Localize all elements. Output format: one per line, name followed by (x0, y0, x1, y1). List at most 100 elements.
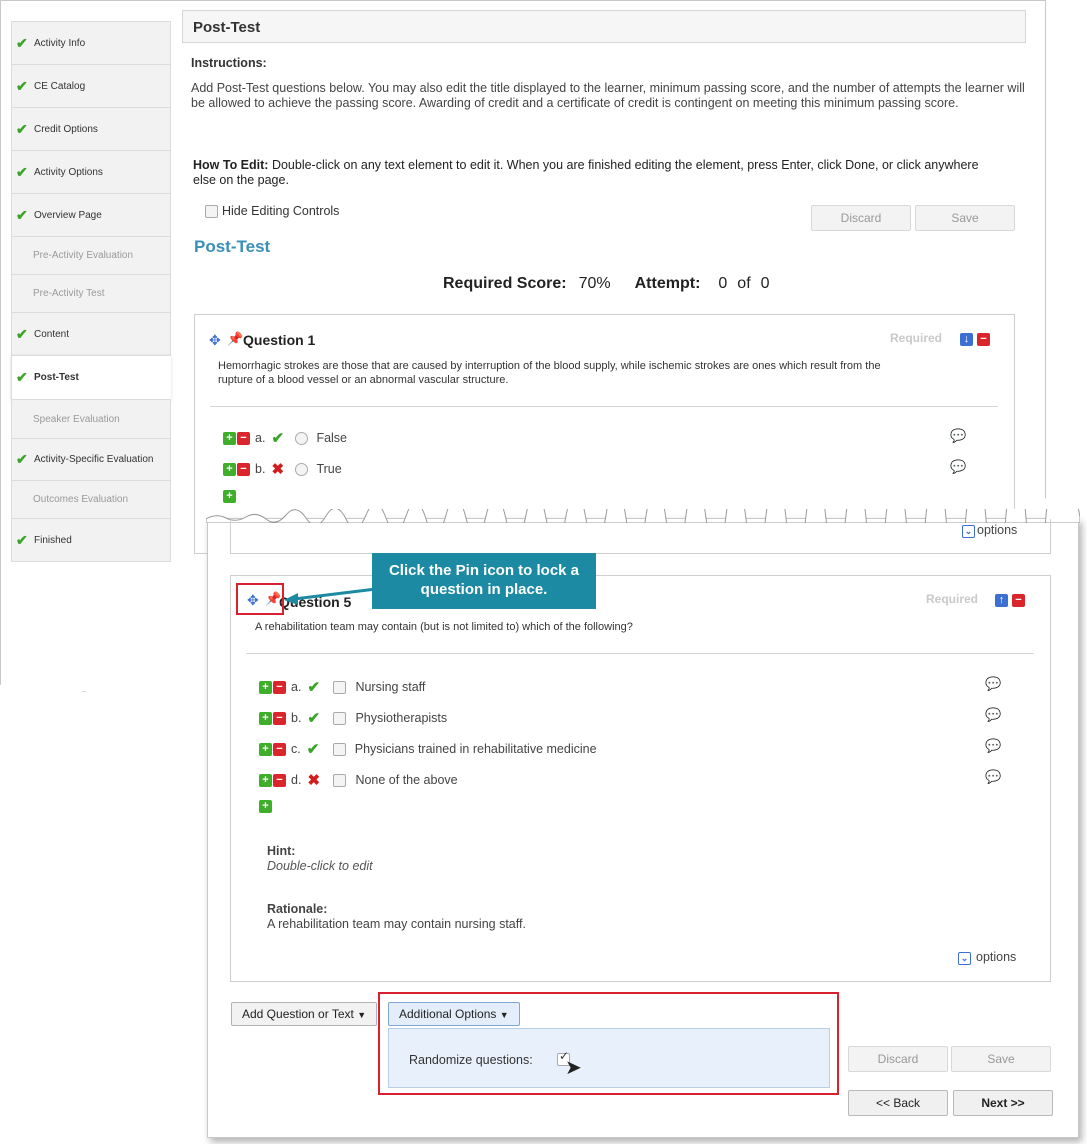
required-label[interactable]: Required (890, 331, 942, 345)
answer-checkbox[interactable] (333, 711, 347, 725)
section-title[interactable]: Post-Test (194, 237, 270, 257)
rationale-label: Rationale: (267, 902, 328, 916)
hide-editing-controls[interactable]: Hide Editing Controls (205, 204, 339, 218)
sidebar-item-label: Pre-Activity Evaluation (33, 250, 134, 261)
move-down-icon[interactable]: ↓ (960, 333, 973, 346)
remove-answer-icon[interactable]: − (273, 773, 286, 787)
answer-row: + − c. ✔ Physicians trained in rehabilita… (259, 740, 597, 758)
move-up-icon[interactable]: ↑ (995, 594, 1008, 607)
answer-label[interactable]: Physicians trained in rehabilitative med… (355, 742, 597, 756)
sidebar-item-outcomes-evaluation[interactable]: Outcomes Evaluation (11, 480, 171, 519)
answer-label[interactable]: True (316, 462, 341, 476)
answer-checkbox[interactable] (333, 773, 347, 787)
correct-check-icon[interactable]: ✔ (307, 678, 325, 696)
answer-letter: b. (255, 462, 266, 476)
answer-checkbox[interactable] (332, 742, 346, 756)
add-answer-icon[interactable]: + (259, 711, 272, 725)
sidebar-item-credit-options[interactable]: ✔ Credit Options (11, 107, 171, 151)
answer-checkbox[interactable] (333, 680, 347, 694)
sidebar-item-label: Outcomes Evaluation (33, 494, 129, 505)
sidebar-item-overview-page[interactable]: ✔ Overview Page (11, 193, 171, 237)
answer-letter: c. (291, 742, 301, 756)
answer-label[interactable]: Physiotherapists (355, 711, 447, 725)
question-text[interactable]: Hemorrhagic strokes are those that are c… (218, 359, 908, 387)
answer-label[interactable]: None of the above (355, 773, 457, 787)
hint-value[interactable]: Double-click to edit (267, 859, 373, 873)
callout-arrow (284, 587, 377, 605)
sidebar-item-label: Activity-Specific Evaluation (34, 454, 154, 465)
correct-check-icon[interactable]: ✔ (271, 429, 289, 447)
add-answer-icon[interactable]: + (259, 680, 272, 694)
feedback-bubble-icon[interactable]: 💬 (985, 707, 1001, 723)
sidebar-item-pre-activity-test[interactable]: Pre-Activity Test (11, 274, 171, 313)
remove-answer-icon[interactable]: − (237, 431, 250, 445)
required-label[interactable]: Required (926, 592, 978, 606)
highlight-frame-options (378, 992, 839, 1095)
feedback-bubble-icon[interactable]: 💬 (950, 428, 966, 444)
add-answer-icon[interactable]: + (223, 431, 236, 445)
incorrect-x-icon[interactable]: ✖ (271, 460, 289, 478)
remove-answer-icon[interactable]: − (237, 462, 250, 476)
sidebar-item-activity-specific-evaluation[interactable]: ✔ Activity-Specific Evaluation (11, 438, 171, 481)
sidebar-item-label: Activity Options (34, 166, 103, 178)
add-answer-icon[interactable]: + (259, 742, 272, 756)
required-score-value[interactable]: 70% (579, 275, 611, 293)
move-icon[interactable]: ✥ (209, 332, 221, 349)
feedback-bubble-icon[interactable]: 💬 (985, 676, 1001, 692)
back-button[interactable]: << Back (848, 1090, 948, 1116)
sidebar-item-activity-options[interactable]: ✔ Activity Options (11, 150, 171, 194)
remove-answer-icon[interactable]: − (273, 711, 286, 725)
add-question-dropdown[interactable]: Add Question or Text ▼ (231, 1002, 378, 1026)
hide-editing-checkbox[interactable] (205, 204, 218, 218)
pin-icon[interactable]: 📌 (227, 331, 243, 347)
correct-check-icon[interactable]: ✔ (307, 709, 325, 727)
question-text[interactable]: A rehabilitation team may contain (but i… (255, 621, 955, 633)
required-score-label: Required Score: (443, 275, 567, 292)
caret-down-icon: ▼ (357, 1010, 367, 1020)
feedback-bubble-icon[interactable]: 💬 (985, 769, 1001, 785)
feedback-bubble-icon[interactable]: 💬 (985, 738, 1001, 754)
delete-question-icon[interactable]: − (977, 333, 990, 346)
options-toggle-icon[interactable]: ⌄ (962, 525, 975, 538)
check-icon: ✔ (16, 163, 28, 180)
instructions-body: Add Post-Test questions below. You may a… (191, 81, 1025, 110)
sidebar-item-post-test[interactable]: ✔ Post-Test (11, 355, 171, 400)
feedback-bubble-icon[interactable]: 💬 (950, 459, 966, 475)
next-button[interactable]: Next >> (953, 1090, 1053, 1116)
options-toggle-icon[interactable]: ⌄ (958, 952, 971, 965)
add-answer-icon[interactable]: + (223, 462, 236, 476)
correct-check-icon[interactable]: ✔ (307, 740, 325, 758)
options-link[interactable]: options (976, 950, 1016, 964)
save-button[interactable]: Save (951, 1046, 1051, 1072)
sidebar-item-finished[interactable]: ✔ Finished (11, 518, 171, 562)
sidebar-item-speaker-evaluation[interactable]: Speaker Evaluation (11, 399, 171, 439)
sidebar-item-pre-activity-evaluation[interactable]: Pre-Activity Evaluation (11, 236, 171, 275)
discard-button[interactable]: Discard (811, 205, 911, 231)
rationale-value[interactable]: A rehabilitation team may contain nursin… (267, 917, 526, 931)
hide-editing-label: Hide Editing Controls (222, 204, 340, 218)
remove-answer-icon[interactable]: − (273, 742, 286, 756)
attempt-total[interactable]: 0 (761, 275, 770, 293)
save-button[interactable]: Save (915, 205, 1015, 231)
add-answer-icon[interactable]: + (259, 800, 272, 813)
answer-label[interactable]: False (316, 431, 347, 445)
add-answer-icon[interactable]: + (259, 773, 272, 787)
attempt-value[interactable]: 0 (718, 275, 727, 293)
delete-question-icon[interactable]: − (1012, 594, 1025, 607)
sidebar-item-ce-catalog[interactable]: ✔ CE Catalog (11, 64, 171, 108)
answer-row: + − b. ✔ Physiotherapists (259, 709, 447, 727)
answer-label[interactable]: Nursing staff (355, 680, 425, 694)
add-question-label: Add Question or Text (242, 1007, 354, 1021)
sidebar-item-label: Speaker Evaluation (33, 413, 120, 425)
answer-radio[interactable] (295, 462, 309, 476)
attempt-of: of (737, 275, 751, 292)
answer-radio[interactable] (295, 431, 309, 445)
incorrect-x-icon[interactable]: ✖ (307, 771, 325, 789)
remove-answer-icon[interactable]: − (273, 680, 286, 694)
question-title[interactable]: Question 1 (243, 332, 315, 348)
discard-button[interactable]: Discard (848, 1046, 948, 1072)
add-answer-icon[interactable]: + (223, 490, 236, 503)
sidebar-item-content[interactable]: ✔ Content (11, 312, 171, 356)
sidebar-item-activity-info[interactable]: ✔ Activity Info (11, 21, 171, 65)
options-link[interactable]: options (977, 523, 1017, 537)
